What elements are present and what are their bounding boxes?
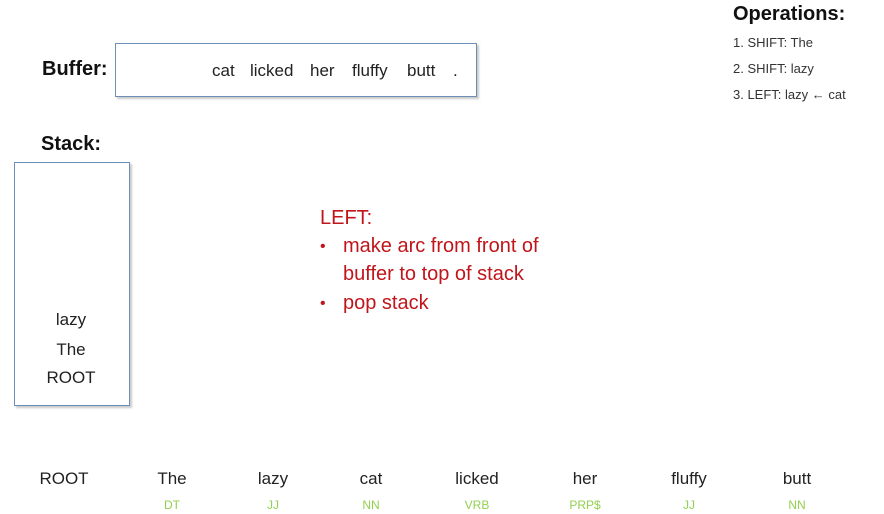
stack-box: lazy The ROOT	[14, 162, 130, 406]
stack-item: ROOT	[46, 368, 96, 387]
token-word: her	[572, 469, 598, 488]
token-tag: DT	[164, 498, 180, 512]
operation-item: 2. SHIFT: lazy	[733, 61, 814, 76]
buffer-word: cat	[212, 61, 235, 80]
token-tag: JJ	[683, 498, 695, 512]
token-word: The	[157, 469, 187, 488]
token-word: butt	[782, 469, 812, 488]
rule-bullet-text: pop stack	[343, 292, 429, 314]
stack-item: lazy	[55, 310, 87, 329]
token-word: licked	[455, 469, 499, 488]
operation-item: 1. SHIFT: The	[733, 35, 813, 50]
token-tag: PRP$	[569, 498, 601, 512]
buffer-label: Buffer:	[42, 58, 108, 80]
token-word: fluffy	[671, 469, 707, 488]
token-tag: VRB	[464, 498, 490, 512]
token-tag: NN	[362, 498, 380, 512]
operation-item: 3. LEFT: lazy ← cat	[733, 87, 846, 102]
stack-item: The	[56, 340, 86, 359]
token-word: cat	[359, 469, 383, 488]
token-tag: JJ	[267, 498, 279, 512]
rule-title: LEFT:	[320, 207, 373, 229]
operations-title: Operations:	[733, 3, 846, 25]
buffer-word: licked	[250, 61, 294, 80]
bullet-icon: •	[320, 295, 326, 312]
buffer-word: fluffy	[352, 61, 388, 80]
buffer-word: butt	[407, 61, 436, 80]
rule-bullet-text: make arc from front of	[343, 235, 539, 257]
token-word: lazy	[257, 469, 289, 488]
rule-bullet-text: buffer to top of stack	[343, 263, 524, 285]
bullet-icon: •	[320, 238, 326, 255]
buffer-box: cat licked her fluffy butt .	[115, 43, 477, 97]
buffer-word: .	[453, 61, 458, 80]
buffer-word: her	[310, 61, 335, 80]
token-word: ROOT	[39, 469, 89, 488]
stack-label: Stack:	[41, 133, 102, 155]
token-tag: NN	[788, 498, 806, 512]
